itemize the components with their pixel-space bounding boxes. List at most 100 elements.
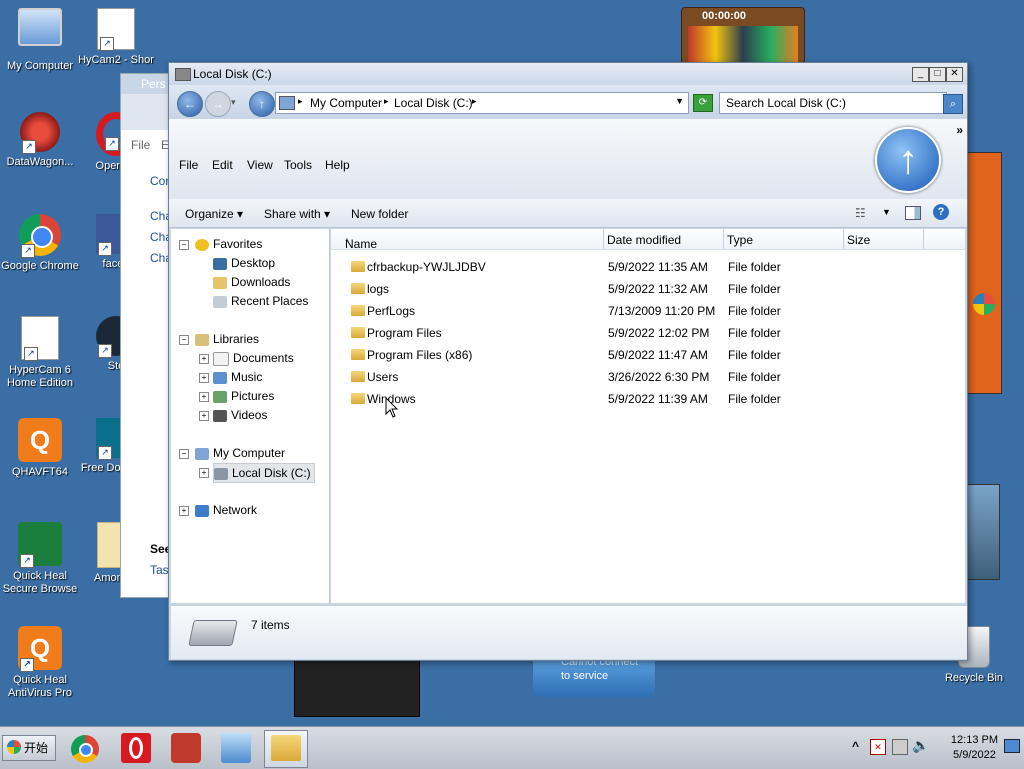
column-divider[interactable] xyxy=(923,229,924,249)
desktop-icon-datawagon[interactable]: ↗ DataWagon... xyxy=(0,112,80,169)
expand-music-icon[interactable]: + xyxy=(199,373,209,383)
column-header-type[interactable]: Type xyxy=(727,233,753,247)
up-button[interactable]: ↑ xyxy=(249,91,275,117)
menu-file[interactable]: File xyxy=(179,158,198,172)
system-tray: ^ ✕ 🔈 12:13 PM 5/9/2022 xyxy=(844,727,1024,769)
view-dropdown-icon[interactable]: ▼ xyxy=(882,207,891,217)
address-input[interactable]: ▸ My Computer ▸ Local Disk (C:) ▸ ▼ xyxy=(275,92,689,114)
column-divider[interactable] xyxy=(843,229,844,249)
action-center-flag-icon[interactable]: ✕ xyxy=(870,739,886,755)
expand-documents-icon[interactable]: + xyxy=(199,354,209,364)
desktop-icon-hycam2[interactable]: ↗ HyCam2 - Shor xyxy=(76,8,156,67)
table-row[interactable]: logs 5/9/2022 11:32 AM File folder xyxy=(331,278,965,300)
maximize-button[interactable]: □ xyxy=(929,67,946,82)
column-divider[interactable] xyxy=(723,229,724,249)
forward-button[interactable]: → xyxy=(205,91,231,117)
view-options-icon[interactable]: ☷ xyxy=(855,206,866,220)
table-row[interactable]: Program Files (x86) 5/9/2022 11:47 AM Fi… xyxy=(331,344,965,366)
nav-favorites[interactable]: Favorites xyxy=(195,235,262,253)
slideshow-gadget[interactable] xyxy=(966,152,1002,394)
collapse-favorites-icon[interactable]: − xyxy=(179,240,189,250)
menu-tools[interactable]: Tools xyxy=(284,158,312,172)
puzzle-timer-gadget[interactable]: 00:00:00 xyxy=(681,7,805,65)
breadcrumb-my-computer[interactable]: My Computer xyxy=(310,96,382,110)
column-header-size[interactable]: Size xyxy=(847,233,870,247)
expand-local-disk-icon[interactable]: + xyxy=(199,468,209,478)
start-button[interactable]: 开始 xyxy=(2,735,56,761)
expand-videos-icon[interactable]: + xyxy=(199,411,209,421)
menu-edit[interactable]: Edit xyxy=(212,158,233,172)
column-header-date[interactable]: Date modified xyxy=(607,233,681,247)
menu-help[interactable]: Help xyxy=(325,158,350,172)
breadcrumb-local-disk[interactable]: Local Disk (C:) xyxy=(394,96,473,110)
taskbar-explorer-button[interactable] xyxy=(264,730,308,768)
preview-pane-icon[interactable] xyxy=(905,206,921,220)
nav-downloads[interactable]: Downloads xyxy=(213,273,290,291)
nav-libraries[interactable]: Libraries xyxy=(195,330,259,348)
background-window[interactable]: Pers File E Con Cha Cha Cha See Task xyxy=(120,73,175,598)
mouse-cursor-icon xyxy=(385,397,399,418)
nav-documents[interactable]: Documents xyxy=(213,349,294,367)
network-tray-icon[interactable] xyxy=(892,739,908,755)
taskbar-opera-button[interactable] xyxy=(114,730,158,768)
expand-network-icon[interactable]: + xyxy=(179,506,189,516)
taskbar-among-us-button[interactable] xyxy=(164,730,208,768)
nav-network[interactable]: Network xyxy=(195,501,257,519)
desktop-icon-chrome[interactable]: ↗ Google Chrome xyxy=(0,214,80,273)
address-dropdown-icon[interactable]: ▼ xyxy=(675,96,684,106)
new-folder-button[interactable]: New folder xyxy=(351,207,408,221)
breadcrumb-separator-icon[interactable]: ▸ xyxy=(298,96,303,107)
bg-menu-file[interactable]: File xyxy=(131,138,150,152)
explorer-window[interactable]: Local Disk (C:) _ □ ✕ ← → ▾ ↑ ▸ My Compu… xyxy=(168,62,968,661)
dark-gadget[interactable] xyxy=(294,659,420,717)
nav-recent-places[interactable]: Recent Places xyxy=(213,292,308,310)
refresh-button[interactable]: ⟳ xyxy=(693,94,713,112)
collapse-libraries-icon[interactable]: − xyxy=(179,335,189,345)
overflow-chevron-icon[interactable]: » xyxy=(956,123,963,137)
breadcrumb-separator-icon[interactable]: ▸ xyxy=(384,96,389,107)
search-icon[interactable]: ⌕ xyxy=(943,94,963,114)
clock[interactable]: 12:13 PM 5/9/2022 xyxy=(951,733,998,763)
table-row[interactable]: Program Files 5/9/2022 12:02 PM File fol… xyxy=(331,322,965,344)
title-bar[interactable]: Local Disk (C:) _ □ ✕ xyxy=(169,63,967,85)
navigation-pane[interactable]: − Favorites Desktop Downloads Recent Pla… xyxy=(171,229,330,603)
nav-my-computer[interactable]: My Computer xyxy=(195,444,285,462)
menu-view[interactable]: View xyxy=(247,158,273,172)
recent-pages-dropdown[interactable]: ▾ xyxy=(231,97,236,108)
expand-pictures-icon[interactable]: + xyxy=(199,392,209,402)
desktop-icon-hypercam6[interactable]: ↗ HyperCam 6 Home Edition xyxy=(0,316,80,390)
column-divider[interactable] xyxy=(603,229,604,249)
nav-desktop[interactable]: Desktop xyxy=(213,254,275,272)
table-row[interactable]: cfrbackup-YWJLJDBV 5/9/2022 11:35 AM Fil… xyxy=(331,256,965,278)
bg-window-title: Pers xyxy=(141,77,166,91)
search-input[interactable]: Search Local Disk (C:) xyxy=(719,92,947,114)
file-list[interactable]: Name ^ Date modified Type Size cfrbackup… xyxy=(331,229,965,603)
collapse-my-computer-icon[interactable]: − xyxy=(179,449,189,459)
breadcrumb-separator-icon[interactable]: ▸ xyxy=(472,96,477,107)
taskbar-chrome-button[interactable] xyxy=(64,730,108,768)
desktop-icon-quickheal-antivirus[interactable]: Q ↗ Quick Heal AntiVirus Pro xyxy=(0,626,80,700)
nav-music[interactable]: Music xyxy=(213,368,262,386)
shortcut-arrow-icon: ↗ xyxy=(105,137,119,151)
close-button[interactable]: ✕ xyxy=(946,67,963,82)
desktop-icon-quickheal-browser[interactable]: ↗ Quick Heal Secure Browse xyxy=(0,522,80,596)
share-with-button[interactable]: Share with ▾ xyxy=(264,207,330,221)
photo-gadget[interactable] xyxy=(966,484,1000,580)
show-hidden-icons-icon[interactable]: ^ xyxy=(852,739,859,753)
help-icon[interactable]: ? xyxy=(933,204,949,220)
minimize-button[interactable]: _ xyxy=(912,67,929,82)
taskbar-control-panel-button[interactable] xyxy=(214,730,258,768)
weather-gadget[interactable]: Cannot connect to service xyxy=(533,656,655,697)
nav-pictures[interactable]: Pictures xyxy=(213,387,274,405)
organize-button[interactable]: Organize ▾ xyxy=(185,207,243,221)
desktop-icon-qhavft64[interactable]: Q QHAVFT64 xyxy=(0,418,80,479)
volume-icon[interactable]: 🔈 xyxy=(912,737,929,754)
nav-local-disk[interactable]: Local Disk (C:) xyxy=(213,463,315,483)
nav-videos[interactable]: Videos xyxy=(213,406,267,424)
back-button[interactable]: ← xyxy=(177,91,203,117)
table-row[interactable]: Windows 5/9/2022 11:39 AM File folder xyxy=(331,388,965,410)
table-row[interactable]: PerfLogs 7/13/2009 11:20 PM File folder xyxy=(331,300,965,322)
table-row[interactable]: Users 3/26/2022 6:30 PM File folder xyxy=(331,366,965,388)
show-desktop-icon[interactable] xyxy=(1004,739,1020,753)
desktop-icon-my-computer[interactable]: My Computer xyxy=(0,8,80,73)
